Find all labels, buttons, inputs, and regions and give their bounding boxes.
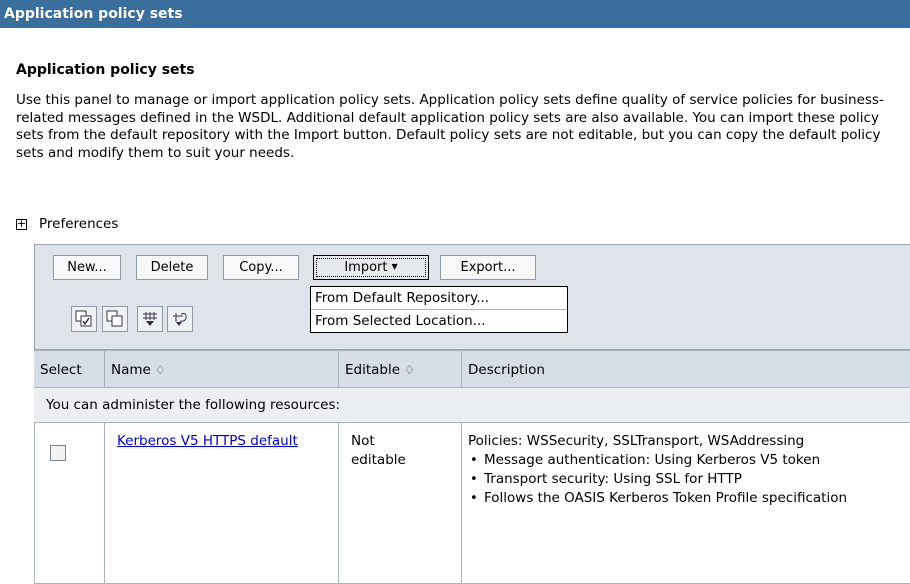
preferences-toggle[interactable]: + Preferences	[16, 216, 118, 232]
column-editable: Editable	[345, 362, 401, 378]
expand-icon[interactable]: +	[16, 218, 27, 230]
clear-filter-button[interactable]	[167, 306, 193, 332]
menu-item-selected-location[interactable]: From Selected Location...	[311, 310, 567, 332]
list-item: Follows the OASIS Kerberos Token Profile…	[468, 489, 904, 508]
window-title: Application policy sets	[0, 0, 910, 28]
menu-item-default-repository[interactable]: From Default Repository...	[311, 287, 567, 310]
policy-bullets: Message authentication: Using Kerberos V…	[468, 451, 910, 508]
chevron-down-icon: ▼	[391, 262, 398, 271]
show-filter-icon	[143, 312, 157, 326]
import-button[interactable]: Import ▼	[313, 255, 429, 280]
sort-icon[interactable]: ♢	[155, 363, 166, 377]
delete-button[interactable]: Delete	[136, 255, 208, 280]
column-editable-header[interactable]: Editable ♢	[339, 350, 462, 388]
preferences-label[interactable]: Preferences	[39, 216, 118, 232]
table-row-editable-cell: Not editable	[339, 423, 462, 584]
new-button[interactable]: New...	[53, 255, 121, 280]
import-label: Import	[344, 260, 388, 275]
editable-value: Not editable	[351, 433, 406, 468]
clear-filter-icon	[173, 313, 187, 326]
show-filter-button[interactable]	[137, 306, 163, 332]
sort-icon[interactable]: ♢	[404, 363, 415, 377]
policies-text: Policies: WSSecurity, SSLTransport, WSAd…	[468, 433, 805, 449]
table-row-description-cell: Policies: WSSecurity, SSLTransport, WSAd…	[462, 423, 910, 584]
resources-info: You can administer the following resourc…	[34, 388, 910, 423]
page-title: Application policy sets	[16, 62, 195, 78]
table-row-select-cell	[34, 423, 105, 584]
import-menu: From Default Repository... From Selected…	[310, 286, 568, 333]
list-item: Transport security: Using SSL for HTTP	[468, 470, 910, 489]
copy-button[interactable]: Copy...	[223, 255, 299, 280]
deselect-all-icon	[106, 310, 123, 327]
column-select: Select	[34, 350, 105, 388]
table-row-name-cell: Kerberos V5 HTTPS default	[105, 423, 339, 584]
select-all-icon	[75, 310, 92, 327]
select-all-button[interactable]	[71, 306, 97, 332]
row-checkbox[interactable]	[50, 445, 66, 461]
list-item: Message authentication: Using Kerberos V…	[468, 451, 910, 470]
deselect-all-button[interactable]	[102, 306, 128, 332]
column-name: Name	[111, 362, 151, 378]
column-description: Description	[462, 350, 910, 388]
export-button[interactable]: Export...	[440, 255, 536, 280]
page-description: Use this panel to manage or import appli…	[16, 92, 884, 161]
policy-set-link[interactable]: Kerberos V5 HTTPS default	[117, 432, 313, 451]
column-name-header[interactable]: Name ♢	[105, 350, 339, 388]
